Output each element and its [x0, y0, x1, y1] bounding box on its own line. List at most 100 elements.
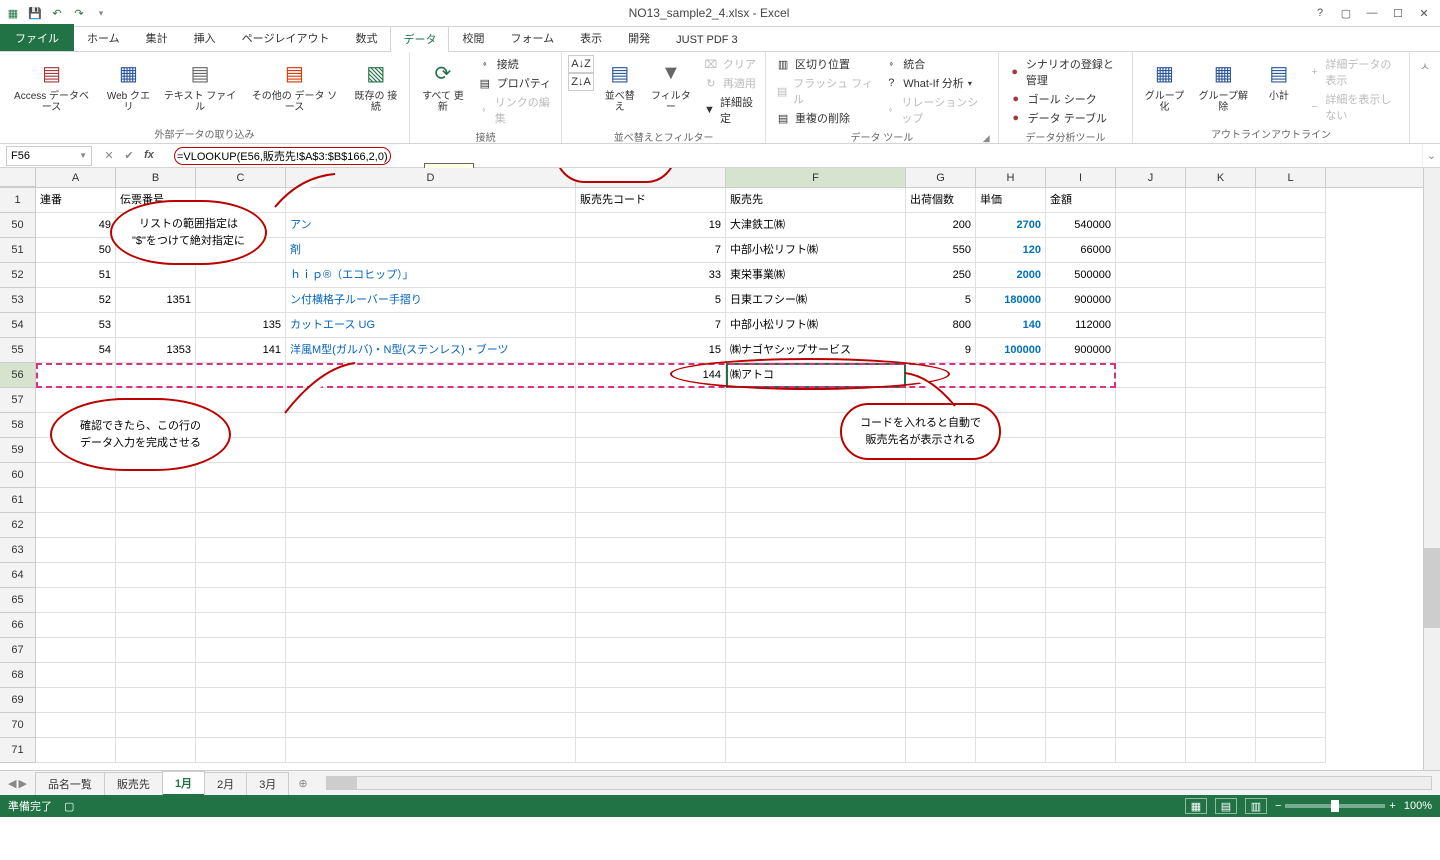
- header-cell[interactable]: 金額: [1046, 188, 1116, 213]
- cell[interactable]: [1256, 513, 1326, 538]
- cell[interactable]: [576, 538, 726, 563]
- cell[interactable]: 東栄事業㈱: [726, 263, 906, 288]
- zoom-in-icon[interactable]: +: [1389, 800, 1395, 812]
- cell[interactable]: [1116, 238, 1186, 263]
- cell[interactable]: 54: [36, 338, 116, 363]
- cell[interactable]: [196, 613, 286, 638]
- col-e[interactable]: E: [576, 168, 726, 187]
- col-b[interactable]: B: [116, 168, 196, 187]
- cell[interactable]: [36, 413, 116, 438]
- cell[interactable]: [1186, 363, 1256, 388]
- row-header[interactable]: 65: [0, 588, 36, 613]
- sheet-tab[interactable]: 販売先: [104, 772, 163, 795]
- cell[interactable]: 500000: [1046, 263, 1116, 288]
- zoom-level[interactable]: 100%: [1404, 800, 1432, 812]
- cell[interactable]: [196, 513, 286, 538]
- cell[interactable]: 1351: [116, 288, 196, 313]
- cell[interactable]: [116, 738, 196, 763]
- cell[interactable]: [1256, 538, 1326, 563]
- cell[interactable]: 135: [196, 313, 286, 338]
- cell[interactable]: [1186, 438, 1256, 463]
- cell[interactable]: [116, 663, 196, 688]
- horizontal-scrollbar[interactable]: [326, 776, 1432, 790]
- cell[interactable]: [976, 413, 1046, 438]
- consolidate-button[interactable]: ⬫統合: [880, 55, 991, 73]
- qat-dropdown-icon[interactable]: ▾: [92, 4, 110, 22]
- cell[interactable]: [1116, 538, 1186, 563]
- row-header[interactable]: 61: [0, 488, 36, 513]
- filter-button[interactable]: ▼フィルター: [646, 55, 696, 115]
- col-k[interactable]: K: [1186, 168, 1256, 187]
- cell[interactable]: [116, 688, 196, 713]
- cell[interactable]: [576, 513, 726, 538]
- cell[interactable]: [726, 663, 906, 688]
- tab-insert[interactable]: 挿入: [181, 25, 229, 51]
- new-sheet-icon[interactable]: ⊕: [288, 777, 317, 790]
- col-d[interactable]: D: [286, 168, 576, 187]
- cell[interactable]: [726, 488, 906, 513]
- cell[interactable]: [976, 488, 1046, 513]
- cell[interactable]: [36, 363, 116, 388]
- header-cell[interactable]: [1256, 188, 1326, 213]
- cell[interactable]: [1256, 563, 1326, 588]
- cell[interactable]: 900000: [1046, 288, 1116, 313]
- cell[interactable]: 15: [576, 338, 726, 363]
- cell[interactable]: [976, 663, 1046, 688]
- cell[interactable]: [976, 513, 1046, 538]
- relationships-button[interactable]: ⬫リレーションシップ: [880, 93, 991, 127]
- row-header[interactable]: 64: [0, 563, 36, 588]
- cell[interactable]: [1046, 363, 1116, 388]
- cell[interactable]: [906, 388, 976, 413]
- cell[interactable]: [196, 488, 286, 513]
- header-cell[interactable]: 販売先: [726, 188, 906, 213]
- cell[interactable]: [36, 613, 116, 638]
- cell[interactable]: 540000: [1046, 213, 1116, 238]
- cell[interactable]: [726, 438, 906, 463]
- cell[interactable]: [196, 688, 286, 713]
- cell[interactable]: 200: [906, 213, 976, 238]
- cell[interactable]: [196, 438, 286, 463]
- cell[interactable]: [906, 688, 976, 713]
- col-h[interactable]: H: [976, 168, 1046, 187]
- cell[interactable]: [576, 488, 726, 513]
- cell[interactable]: [1256, 388, 1326, 413]
- connections-button[interactable]: ⬫接続: [474, 55, 555, 73]
- cell[interactable]: [196, 713, 286, 738]
- text-to-columns-button[interactable]: ▥区切り位置: [772, 55, 876, 73]
- cell[interactable]: [1186, 238, 1256, 263]
- row-header[interactable]: 51: [0, 238, 36, 263]
- cell[interactable]: [196, 463, 286, 488]
- cell[interactable]: [576, 463, 726, 488]
- cell[interactable]: [1116, 713, 1186, 738]
- reapply-button[interactable]: ↻再適用: [700, 74, 759, 92]
- cell[interactable]: [906, 513, 976, 538]
- cell[interactable]: [906, 663, 976, 688]
- cell[interactable]: [906, 438, 976, 463]
- cell[interactable]: [1256, 338, 1326, 363]
- cell[interactable]: 大津鉄工㈱: [726, 213, 906, 238]
- cell[interactable]: [906, 413, 976, 438]
- properties-button[interactable]: ▤プロパティ: [474, 74, 555, 92]
- cell[interactable]: [906, 488, 976, 513]
- col-f[interactable]: F: [726, 168, 906, 187]
- cell[interactable]: [976, 688, 1046, 713]
- cell[interactable]: [1116, 338, 1186, 363]
- cell[interactable]: [1186, 738, 1256, 763]
- cell[interactable]: [1186, 263, 1256, 288]
- cell[interactable]: [1186, 538, 1256, 563]
- cell[interactable]: [1256, 613, 1326, 638]
- header-cell[interactable]: 伝票番号: [116, 188, 196, 213]
- cell[interactable]: [1046, 513, 1116, 538]
- cell[interactable]: [116, 363, 196, 388]
- cell[interactable]: [196, 413, 286, 438]
- cell[interactable]: [1256, 213, 1326, 238]
- tab-pagelayout[interactable]: ページレイアウト: [229, 25, 343, 51]
- cell[interactable]: [1186, 388, 1256, 413]
- undo-icon[interactable]: ↶: [48, 4, 66, 22]
- cell[interactable]: [1256, 713, 1326, 738]
- cell[interactable]: [36, 738, 116, 763]
- cell[interactable]: [1256, 438, 1326, 463]
- cell[interactable]: 100000: [976, 338, 1046, 363]
- header-cell[interactable]: [1116, 188, 1186, 213]
- cell[interactable]: [286, 413, 576, 438]
